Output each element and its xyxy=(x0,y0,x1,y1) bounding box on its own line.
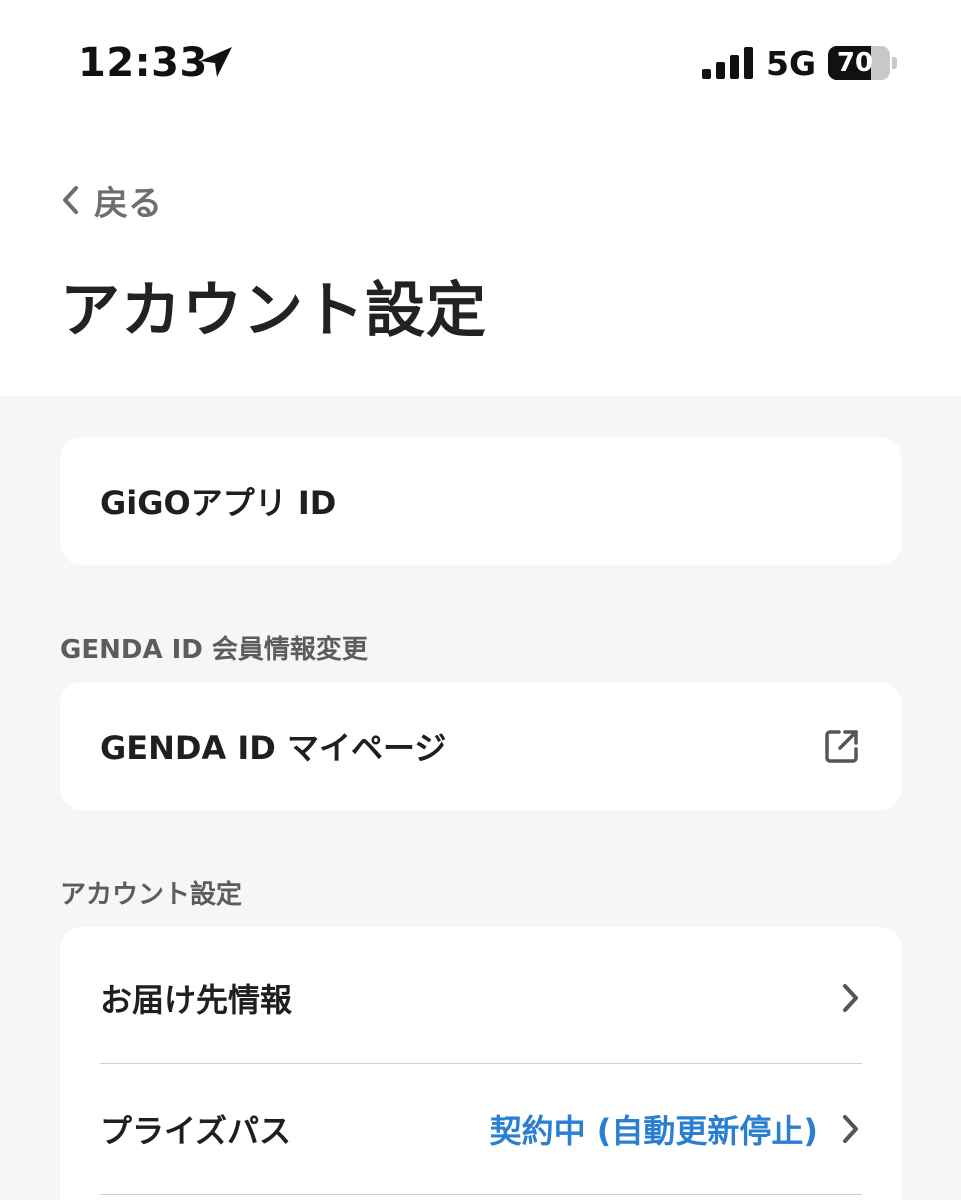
chevron-left-icon xyxy=(63,186,78,214)
chevron-right-icon xyxy=(843,1115,858,1143)
prize-pass-label: プライズパス xyxy=(100,1112,292,1150)
back-label: 戻る xyxy=(94,183,162,224)
settings-content: GiGOアプリ ID GENDA ID 会員情報変更 GENDA ID マイペー… xyxy=(0,396,961,1200)
row-divider xyxy=(100,1194,862,1195)
genda-id-card: GENDA ID マイページ xyxy=(60,682,902,810)
gigo-app-id-card: GiGOアプリ ID xyxy=(60,437,902,565)
battery-level: 70 xyxy=(836,48,874,78)
gigo-app-id-label: GiGOアプリ ID xyxy=(100,484,337,522)
prize-pass-status: 契約中 (自動更新停止) xyxy=(489,1112,818,1150)
genda-section-heading: GENDA ID 会員情報変更 xyxy=(60,635,368,665)
location-arrow-icon xyxy=(200,47,232,77)
account-settings-card: お届け先情報 プライズパス 契約中 (自動更新停止) xyxy=(60,927,902,1200)
delivery-info-row[interactable]: お届け先情報 xyxy=(100,933,862,1063)
genda-mypage-row[interactable]: GENDA ID マイページ xyxy=(100,682,862,810)
network-type: 5G xyxy=(766,44,817,83)
back-button[interactable]: 戻る xyxy=(58,178,162,224)
battery-icon: 70 xyxy=(828,46,900,80)
status-time: 12:33 xyxy=(78,40,208,86)
gigo-app-id-row: GiGOアプリ ID xyxy=(100,437,862,565)
chevron-right-icon xyxy=(843,984,858,1012)
page-title: アカウント設定 xyxy=(60,276,487,346)
prize-pass-row[interactable]: プライズパス 契約中 (自動更新停止) xyxy=(100,1064,862,1194)
account-section-heading: アカウント設定 xyxy=(60,880,243,910)
delivery-info-label: お届け先情報 xyxy=(100,981,293,1019)
external-link-icon xyxy=(825,730,858,763)
cellular-signal-icon xyxy=(702,47,753,79)
genda-mypage-label: GENDA ID マイページ xyxy=(100,729,447,767)
status-bar: 12:33 5G 70 xyxy=(0,0,961,130)
